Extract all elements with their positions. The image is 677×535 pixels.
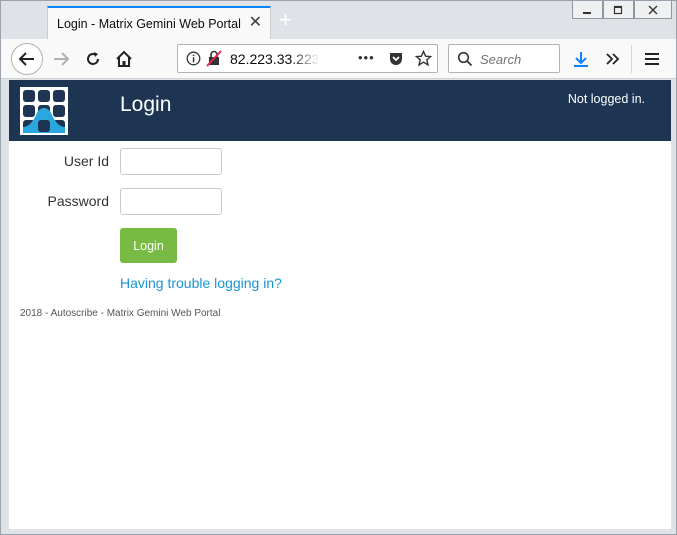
close-tab-icon[interactable]: ✕ — [249, 15, 262, 31]
chevron-double-right-icon — [606, 53, 620, 65]
login-button[interactable]: Login — [120, 228, 177, 263]
userid-label: User Id — [63, 153, 109, 169]
home-button[interactable] — [110, 45, 138, 73]
menu-button[interactable] — [638, 45, 666, 73]
back-arrow-icon — [18, 52, 34, 66]
back-button[interactable] — [11, 43, 43, 75]
pocket-icon[interactable] — [388, 51, 404, 67]
toolbar-divider — [631, 45, 632, 73]
portal-header: Login Not logged in. — [9, 80, 671, 141]
bookmark-star-icon[interactable] — [415, 50, 432, 67]
page-title: Login — [120, 93, 172, 116]
reload-icon — [87, 52, 99, 65]
password-input[interactable] — [120, 188, 222, 215]
browser-window: Login - Matrix Gemini Web Portal ✕ + 82.… — [0, 0, 677, 535]
forward-arrow-icon — [54, 52, 70, 66]
userid-input[interactable] — [120, 148, 222, 175]
maximize-button[interactable] — [602, 1, 634, 19]
trouble-logging-in-link[interactable]: Having trouble logging in? — [120, 275, 282, 291]
footer-text: 2018 - Autoscribe - Matrix Gemini Web Po… — [20, 308, 221, 319]
close-window-button[interactable] — [633, 1, 673, 19]
search-bar[interactable]: Search — [448, 44, 560, 73]
overflow-button[interactable] — [599, 45, 627, 73]
login-status: Not logged in. — [567, 92, 645, 106]
tab-title: Login - Matrix Gemini Web Portal — [57, 17, 241, 31]
minimize-button[interactable] — [572, 1, 603, 19]
insecure-lock-icon[interactable] — [206, 50, 222, 67]
matrix-logo-icon — [23, 90, 65, 133]
page-content: Login Not logged in. User Id Password Lo… — [9, 80, 671, 529]
navigation-toolbar: 82.223.33.223 ••• Search — [1, 39, 676, 79]
forward-button[interactable] — [47, 45, 75, 73]
maximize-icon — [614, 5, 623, 14]
url-bar[interactable]: 82.223.33.223 ••• — [177, 44, 438, 73]
matrix-logo[interactable] — [20, 87, 68, 135]
hamburger-menu-icon — [645, 53, 659, 65]
close-icon — [648, 5, 658, 14]
page-actions-icon[interactable]: ••• — [358, 50, 375, 65]
tab-login[interactable]: Login - Matrix Gemini Web Portal ✕ — [47, 6, 271, 39]
minimize-icon — [583, 11, 592, 14]
url-fade — [290, 47, 320, 69]
home-icon — [116, 50, 132, 67]
search-icon — [457, 51, 473, 67]
downloads-button[interactable] — [567, 45, 595, 73]
password-label: Password — [47, 193, 109, 209]
search-placeholder: Search — [480, 52, 522, 67]
tab-strip: Login - Matrix Gemini Web Portal ✕ + — [1, 1, 676, 39]
info-icon[interactable] — [186, 51, 201, 66]
window-controls — [572, 1, 673, 21]
download-icon — [574, 52, 588, 67]
new-tab-button[interactable]: + — [279, 9, 292, 31]
reload-button[interactable] — [79, 45, 107, 73]
